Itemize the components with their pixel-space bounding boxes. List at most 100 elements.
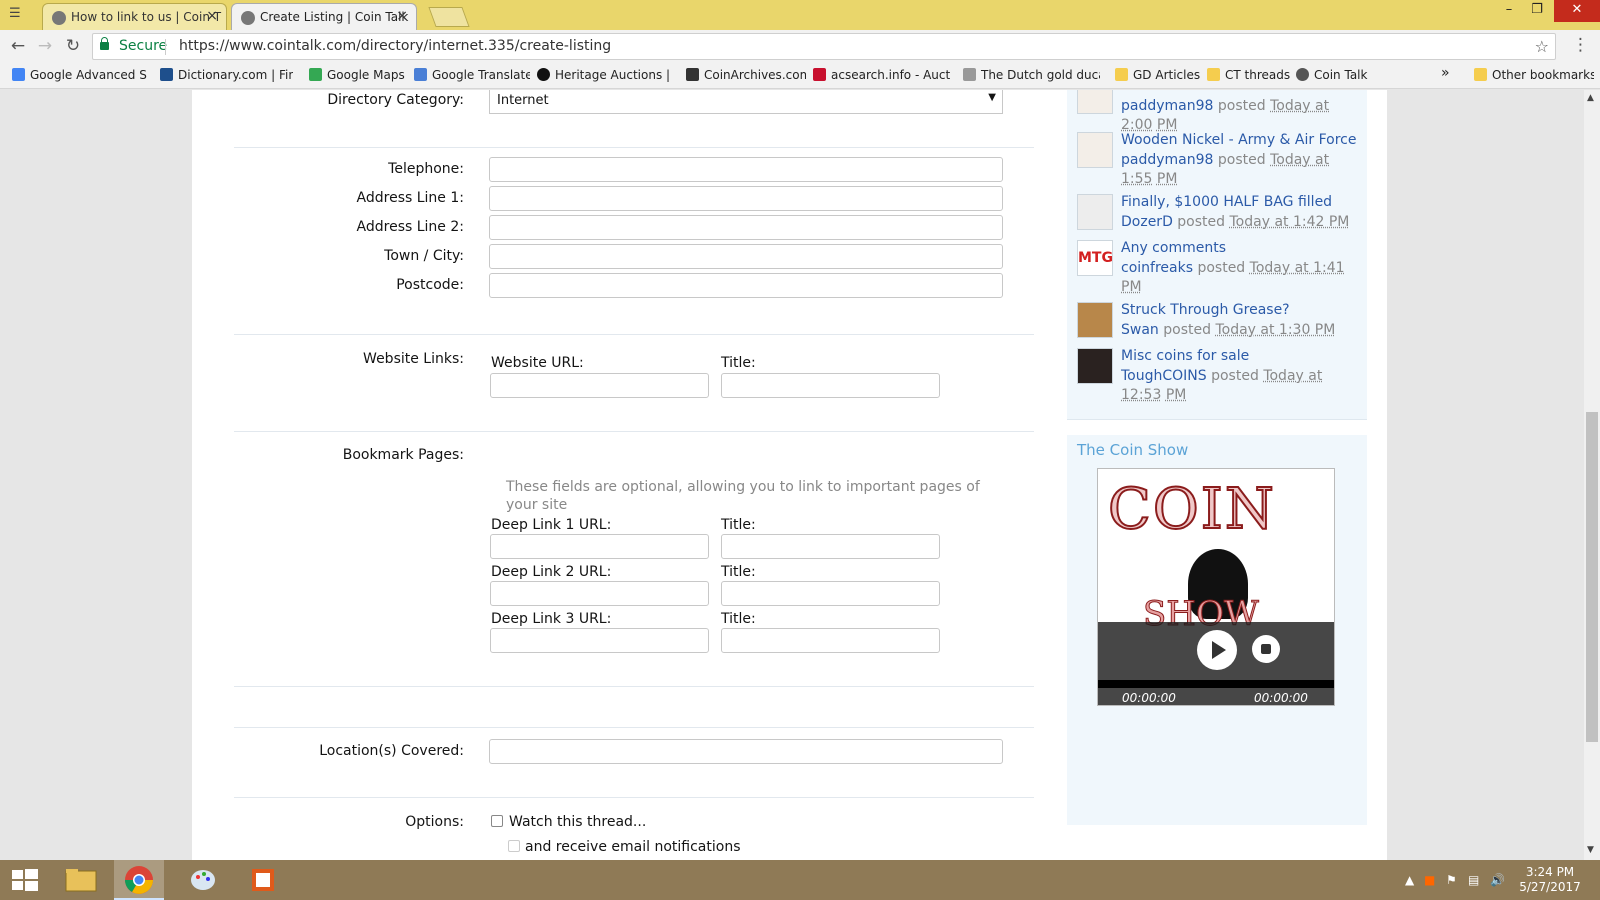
deep-link2-url-input[interactable] [490, 581, 709, 606]
deep-link3-title-label: Title: [721, 611, 756, 627]
avatar[interactable] [1077, 90, 1113, 114]
bookmark-google-maps[interactable]: Google Maps [309, 68, 409, 82]
bookmark-coin-talk[interactable]: Coin Talk [1296, 68, 1376, 82]
new-tab-button[interactable] [428, 7, 470, 27]
translate-icon [414, 68, 427, 81]
play-button[interactable] [1197, 630, 1237, 670]
minimize-icon[interactable]: – [1494, 0, 1524, 22]
dropdown-arrow-icon: ▼ [988, 92, 996, 103]
post-time-suffix[interactable]: PM [1121, 279, 1142, 295]
post-time[interactable]: Today at 1:41 [1250, 260, 1345, 276]
bookmark-google-translate[interactable]: Google Translate [414, 68, 530, 82]
post-title[interactable]: Misc coins for sale [1121, 348, 1249, 364]
deep-link3-title-input[interactable] [721, 628, 940, 653]
network-icon[interactable]: ▤ [1468, 873, 1479, 887]
action-center-flag-icon[interactable]: ⚑ [1446, 873, 1457, 887]
forward-icon[interactable]: → [35, 36, 55, 56]
deep-link1-url-input[interactable] [490, 534, 709, 559]
deep-link2-label: Deep Link 2 URL: [491, 564, 612, 580]
page-scrollbar[interactable]: ▲ ▼ [1584, 90, 1600, 860]
options-label: Options: [405, 814, 464, 830]
taskbar-clock[interactable]: 3:24 PM 5/27/2017 [1510, 865, 1590, 895]
post-user[interactable]: ToughCOINS [1121, 368, 1207, 384]
scroll-down-icon[interactable]: ▼ [1587, 845, 1594, 855]
post-user[interactable]: coinfreaks [1121, 260, 1193, 276]
avatar[interactable] [1077, 348, 1113, 384]
website-title-input[interactable] [721, 373, 940, 398]
bookmark-dictionary[interactable]: Dictionary.com | Find [160, 68, 293, 82]
post-time-suffix[interactable]: PM [1157, 171, 1178, 187]
chrome-menu-icon[interactable]: ⋮ [1572, 35, 1589, 55]
post-title[interactable]: Wooden Nickel - Army & Air Force [1121, 132, 1356, 148]
page-viewport: Directory Category: Internet ▼ Telephone… [0, 90, 1600, 860]
url-text[interactable]: https://www.cointalk.com/directory/inter… [179, 34, 611, 59]
postcode-input[interactable] [489, 273, 1003, 298]
post-time-suffix[interactable]: PM [1166, 387, 1187, 403]
office-icon[interactable] [238, 860, 288, 900]
office-tray-icon[interactable]: ■ [1424, 873, 1435, 887]
bookmark-coinarchives[interactable]: CoinArchives.com [686, 68, 806, 82]
address-bar[interactable]: Secure https://www.cointalk.com/director… [92, 33, 1556, 60]
bookmark-gd-articles[interactable]: GD Articles [1115, 68, 1205, 82]
file-explorer-icon[interactable] [56, 860, 106, 900]
bookmark-other[interactable]: Other bookmarks [1474, 68, 1594, 82]
avatar[interactable]: MTG [1077, 240, 1113, 276]
restore-icon[interactable]: ❐ [1522, 0, 1552, 22]
window-close-icon[interactable]: ✕ [1554, 0, 1600, 22]
post-user[interactable]: paddyman98 [1121, 152, 1213, 168]
locations-covered-input[interactable] [489, 739, 1003, 764]
bookmark-star-icon[interactable]: ☆ [1535, 34, 1549, 59]
bookmark-google-advanced[interactable]: Google Advanced Sea [12, 68, 147, 82]
chrome-taskbar-icon[interactable] [114, 860, 164, 900]
address-line1-label: Address Line 1: [356, 190, 464, 206]
post-title[interactable]: Finally, $1000 HALF BAG filled [1121, 194, 1332, 210]
bookmarks-overflow-icon[interactable]: » [1441, 65, 1450, 81]
post-title[interactable]: Any comments [1121, 240, 1226, 256]
paint-icon[interactable] [178, 860, 228, 900]
coin-show-widget: The Coin Show COIN SHOW 00:00:00 00:00:0… [1067, 435, 1367, 825]
avatar[interactable] [1077, 194, 1113, 230]
reload-icon[interactable]: ↻ [63, 36, 83, 56]
post-user[interactable]: DozerD [1121, 214, 1173, 230]
total-time: 00:00:00 [1254, 691, 1308, 705]
post-time-suffix[interactable]: PM [1157, 117, 1178, 133]
post-user[interactable]: Swan [1121, 322, 1159, 338]
bookmark-ct-threads[interactable]: CT threads [1207, 68, 1292, 82]
directory-category-select[interactable]: Internet ▼ [489, 90, 1003, 114]
scrollbar-thumb[interactable] [1586, 412, 1598, 742]
avatar[interactable] [1077, 132, 1113, 168]
post-time[interactable]: Today at 1:42 PM [1230, 214, 1350, 230]
watch-thread-checkbox[interactable] [491, 815, 503, 827]
tab-close-icon[interactable]: × [206, 8, 218, 24]
coin-show-title[interactable]: The Coin Show [1077, 441, 1188, 459]
website-url-input[interactable] [490, 373, 709, 398]
stop-button[interactable] [1252, 635, 1280, 663]
deep-link3-url-input[interactable] [490, 628, 709, 653]
back-icon[interactable]: ← [8, 36, 28, 56]
bookmark-heritage[interactable]: Heritage Auctions | W [537, 68, 674, 82]
deep-link1-title-input[interactable] [721, 534, 940, 559]
deep-link2-title-input[interactable] [721, 581, 940, 606]
email-notifications-checkbox[interactable] [508, 840, 520, 852]
post-time[interactable]: Today at 1:30 PM [1215, 322, 1335, 338]
avatar[interactable] [1077, 302, 1113, 338]
address-line2-input[interactable] [489, 215, 1003, 240]
post-user[interactable]: paddyman98 [1121, 98, 1213, 114]
post-title[interactable]: Struck Through Grease? [1121, 302, 1290, 318]
address-line2-label: Address Line 2: [356, 219, 464, 235]
tab-close-icon[interactable]: × [396, 8, 408, 24]
tab-how-to-link[interactable]: How to link to us | Coin T × [42, 3, 227, 30]
bookmark-dutch-ducat[interactable]: The Dutch gold ducat [963, 68, 1100, 82]
bookmark-acsearch[interactable]: acsearch.info - Auctio [813, 68, 950, 82]
progress-bar[interactable] [1098, 680, 1334, 688]
volume-icon[interactable]: 🔊 [1490, 873, 1505, 887]
town-city-input[interactable] [489, 244, 1003, 269]
elapsed-time: 00:00:00 [1122, 691, 1176, 705]
tab-create-listing[interactable]: Create Listing | Coin Talk × [231, 3, 417, 30]
address-line1-input[interactable] [489, 186, 1003, 211]
telephone-input[interactable] [489, 157, 1003, 182]
show-hidden-icons[interactable]: ▲ [1405, 873, 1414, 887]
browser-menu-icon[interactable]: ☰ [9, 6, 21, 21]
scroll-up-icon[interactable]: ▲ [1587, 93, 1594, 103]
windows-start-icon[interactable] [0, 860, 50, 900]
